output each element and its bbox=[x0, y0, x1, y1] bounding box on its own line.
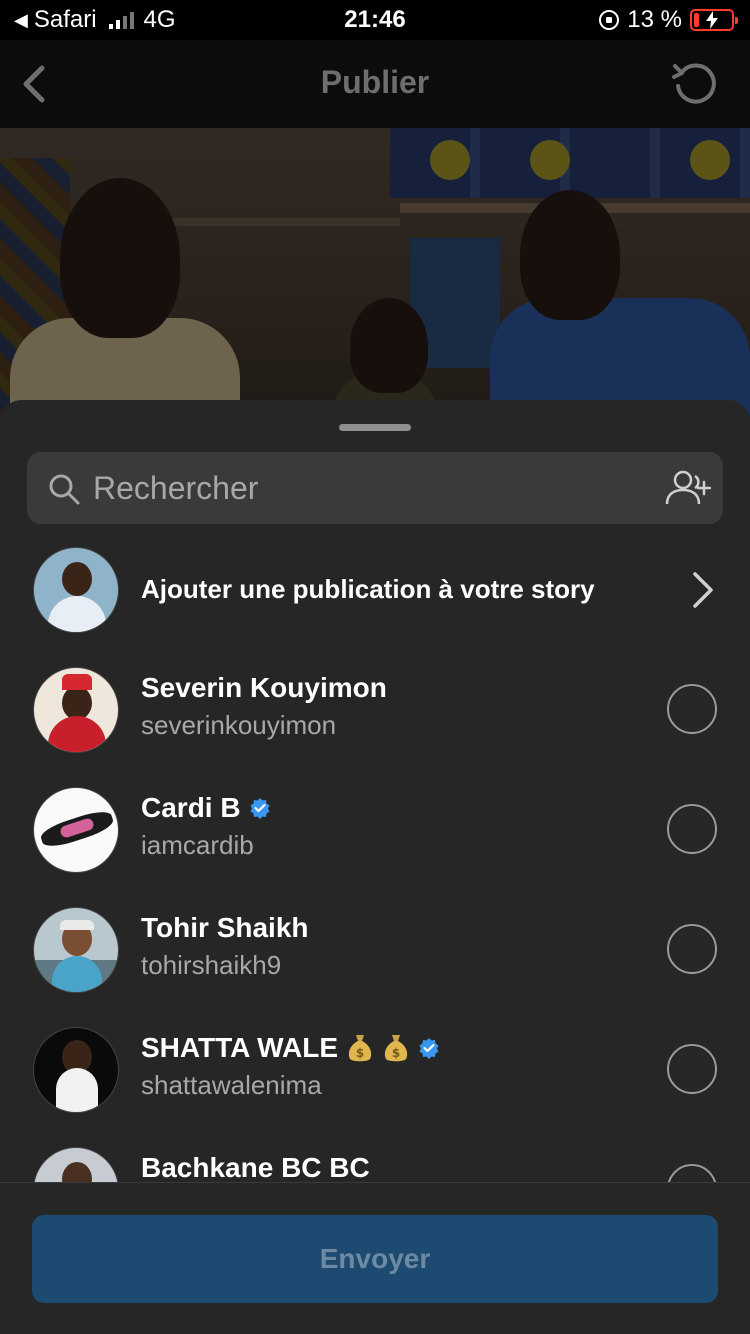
verified-badge-icon bbox=[419, 1038, 439, 1059]
contact-row[interactable]: Severin Kouyimon severinkouyimon bbox=[0, 650, 750, 770]
contact-name: Bachkane BC BC bbox=[141, 1152, 370, 1184]
footer: Envoyer bbox=[0, 1182, 750, 1334]
avatar-torso bbox=[48, 596, 106, 632]
avatar bbox=[33, 787, 119, 873]
select-radio[interactable] bbox=[667, 684, 717, 734]
contact-row[interactable]: Tohir Shaikh tohirshaikh9 bbox=[0, 890, 750, 1010]
contact-name-text: Tohir Shaikh bbox=[141, 912, 309, 943]
add-people-icon[interactable] bbox=[663, 468, 711, 508]
post-photo-preview bbox=[0, 128, 750, 428]
contact-row[interactable]: Cardi B iamcardib bbox=[0, 770, 750, 890]
avatar bbox=[33, 547, 119, 633]
contact-name-text: Severin Kouyimon bbox=[141, 672, 387, 703]
refresh-icon[interactable] bbox=[670, 58, 720, 108]
contact-handle: iamcardib bbox=[141, 830, 254, 860]
avatar bbox=[33, 907, 119, 993]
contact-name: SHATTA WALE $ $ bbox=[141, 1032, 440, 1064]
battery-icon bbox=[690, 9, 738, 31]
contact-name-text: SHATTA WALE bbox=[141, 1032, 339, 1063]
money-bag-icon: $ bbox=[384, 1035, 408, 1062]
contact-name: Severin Kouyimon bbox=[141, 672, 387, 704]
contact-row[interactable]: SHATTA WALE $ $ shattawalenima bbox=[0, 1010, 750, 1130]
select-radio[interactable] bbox=[667, 804, 717, 854]
search-icon bbox=[49, 474, 80, 505]
avatar-face bbox=[62, 562, 92, 596]
header: Publier bbox=[0, 40, 750, 128]
svg-text:$: $ bbox=[356, 1046, 364, 1060]
avatar-hat bbox=[62, 674, 92, 690]
avatar-cap bbox=[60, 920, 94, 930]
charging-bolt-icon bbox=[706, 11, 718, 29]
contact-name: Tohir Shaikh bbox=[141, 912, 309, 944]
contact-handle: shattawalenima bbox=[141, 1070, 322, 1100]
sheet-grabber[interactable] bbox=[339, 424, 411, 431]
svg-text:$: $ bbox=[392, 1046, 400, 1060]
story-label: Ajouter une publication à votre story bbox=[141, 574, 595, 604]
select-radio[interactable] bbox=[667, 1044, 717, 1094]
verified-badge-icon bbox=[250, 798, 270, 819]
status-bar: ◀ Safari 4G 21:46 13 % bbox=[0, 0, 750, 40]
page-title: Publier bbox=[320, 64, 430, 100]
avatar bbox=[33, 1027, 119, 1113]
rotation-lock-icon bbox=[599, 10, 620, 30]
contact-name: Cardi B bbox=[141, 792, 271, 824]
money-bag-icon: $ bbox=[348, 1035, 372, 1062]
avatar-torso bbox=[48, 716, 106, 752]
send-button[interactable]: Envoyer bbox=[32, 1215, 718, 1303]
search-input[interactable] bbox=[93, 452, 653, 524]
contact-name-text: Cardi B bbox=[141, 792, 241, 823]
battery-percent: 13 % bbox=[627, 6, 682, 33]
contact-handle: severinkouyimon bbox=[141, 710, 337, 740]
photo-dim-overlay bbox=[0, 128, 750, 428]
contact-handle: tohirshaikh9 bbox=[141, 950, 282, 980]
contact-name-text: Bachkane BC BC bbox=[141, 1152, 370, 1183]
avatar bbox=[33, 667, 119, 753]
status-right: 13 % bbox=[599, 6, 738, 34]
add-to-story-row[interactable]: Ajouter une publication à votre story bbox=[0, 530, 750, 650]
avatar-face bbox=[62, 686, 92, 720]
select-radio[interactable] bbox=[667, 924, 717, 974]
search-bar[interactable] bbox=[27, 452, 723, 524]
chevron-right-icon bbox=[693, 572, 713, 608]
avatar-torso bbox=[56, 1068, 98, 1112]
